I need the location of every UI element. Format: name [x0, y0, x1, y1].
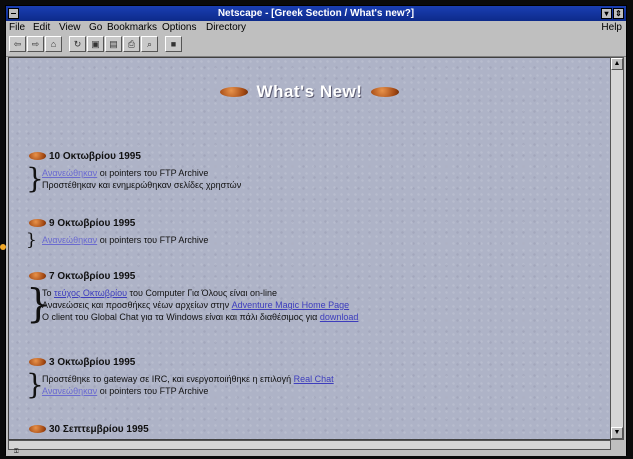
page-title: What's New! — [256, 82, 363, 101]
banner: What's New! — [9, 82, 610, 102]
maximize-button[interactable]: ⇕ — [613, 8, 624, 19]
page-content: What's New! 10 Οκτωβρίου 1995} Ανανεώθηκα… — [8, 57, 611, 440]
forward-icon[interactable]: ⇨ — [27, 36, 44, 52]
news-line: Ανανεώθηκαν οι pointers του FTP Archive — [42, 386, 208, 396]
news-date-label: 3 Οκτωβρίου 1995 — [49, 357, 136, 368]
vertical-scrollbar[interactable]: ▲ ▼ — [610, 57, 624, 440]
back-icon[interactable]: ⇦ — [9, 36, 26, 52]
menu-go[interactable]: Go — [89, 21, 102, 34]
news-link[interactable]: Ανανεώθηκαν — [42, 235, 97, 245]
news-text: Ανανεώσεις και προσθήκες νέων αρχείων στ… — [42, 300, 232, 310]
news-text: Προστέθηκε το gateway σε IRC, και ενεργο… — [42, 374, 294, 384]
horizontal-scrollbar[interactable] — [8, 440, 611, 450]
open-icon[interactable]: ▤ — [105, 36, 122, 52]
print-icon[interactable]: ⎙ — [123, 36, 140, 52]
bullet-icon — [29, 358, 46, 367]
news-line: Ανανεώσεις και προσθήκες νέων αρχείων στ… — [42, 300, 349, 310]
home-icon[interactable]: ⌂ — [45, 36, 62, 52]
news-text: οι pointers του FTP Archive — [97, 168, 209, 178]
bullet-icon — [29, 152, 46, 161]
security-key-icon: ⚿ — [14, 449, 19, 455]
bullet-icon — [29, 272, 46, 281]
stop-icon[interactable]: ■ — [165, 36, 182, 52]
news-date-label: 9 Οκτωβρίου 1995 — [49, 218, 136, 229]
news-link[interactable]: Real Chat — [294, 374, 334, 384]
news-date-label: 10 Οκτωβρίου 1995 — [49, 151, 141, 162]
news-text: Προστέθηκαν και ενημερώθηκαν σελίδες χρη… — [42, 180, 242, 190]
menu-edit[interactable]: Edit — [33, 21, 50, 34]
news-date: 7 Οκτωβρίου 1995 — [29, 271, 135, 282]
menu-options[interactable]: Options — [162, 21, 196, 34]
news-date: 3 Οκτωβρίου 1995 — [29, 357, 135, 368]
news-text: οι pointers του FTP Archive — [97, 386, 209, 396]
bullet-icon — [370, 87, 399, 97]
bullet-icon — [29, 219, 46, 228]
news-date: 30 Σεπτεμβρίου 1995 — [29, 424, 149, 435]
news-link[interactable]: Ανανεώθηκαν — [42, 386, 97, 396]
title-bar[interactable]: Netscape - [Greek Section / What's new?]… — [6, 6, 626, 21]
bullet-icon — [29, 425, 46, 434]
news-line: Το τεύχος Οκτωβρίου του Computer Για Όλο… — [42, 288, 277, 298]
find-icon[interactable]: ⌕ — [141, 36, 158, 52]
browser-window: Netscape - [Greek Section / What's new?]… — [5, 5, 627, 456]
news-text: οι pointers του FTP Archive — [97, 235, 209, 245]
menu-directory[interactable]: Directory — [206, 21, 246, 34]
news-link[interactable]: Ανανεώθηκαν — [42, 168, 97, 178]
news-line: Προστέθηκε το gateway σε IRC, και ενεργο… — [42, 374, 334, 384]
brace-icon: } — [26, 230, 37, 250]
news-line: Ανανεώθηκαν οι pointers του FTP Archive — [42, 235, 208, 245]
menu-file[interactable]: File — [9, 21, 25, 34]
bullet-icon — [220, 87, 249, 97]
news-text: του Computer Για Όλους είναι on-line — [127, 288, 277, 298]
window-title: Netscape - [Greek Section / What's new?] — [217, 8, 415, 19]
menu-bar: File Edit View Go Bookmarks Options Dire… — [6, 21, 626, 34]
bullet-dot — [0, 244, 6, 250]
news-line: Προστέθηκαν και ενημερώθηκαν σελίδες χρη… — [42, 180, 241, 190]
minimize-button[interactable]: ▾ — [601, 8, 612, 19]
scroll-down-button[interactable]: ▼ — [611, 427, 623, 439]
system-menu-icon[interactable] — [8, 8, 19, 19]
menu-view[interactable]: View — [59, 21, 81, 34]
news-line: O client του Global Chat για τα Windows … — [42, 312, 358, 322]
news-date: 9 Οκτωβρίου 1995 — [29, 218, 135, 229]
reload-icon[interactable]: ↻ — [69, 36, 86, 52]
news-text: O client του Global Chat για τα Windows … — [42, 312, 320, 322]
news-date-label: 7 Οκτωβρίου 1995 — [49, 271, 136, 282]
news-link[interactable]: download — [320, 312, 359, 322]
status-bar: ⚿ — [6, 449, 626, 456]
news-link[interactable]: Adventure Magic Home Page — [232, 300, 350, 310]
images-icon[interactable]: ▣ — [87, 36, 104, 52]
menu-help[interactable]: Help — [601, 21, 622, 34]
toolbar: ⇦ ⇨ ⌂ ↻ ▣ ▤ ⎙ ⌕ ■ — [6, 34, 626, 57]
news-date: 10 Οκτωβρίου 1995 — [29, 151, 141, 162]
scroll-up-button[interactable]: ▲ — [611, 58, 623, 70]
news-link[interactable]: τεύχος Οκτωβρίου — [54, 288, 127, 298]
news-line: Ανανεώθηκαν οι pointers του FTP Archive — [42, 168, 208, 178]
news-text: Το — [42, 288, 55, 298]
news-date-label: 30 Σεπτεμβρίου 1995 — [49, 424, 149, 435]
menu-bookmarks[interactable]: Bookmarks — [107, 21, 157, 34]
